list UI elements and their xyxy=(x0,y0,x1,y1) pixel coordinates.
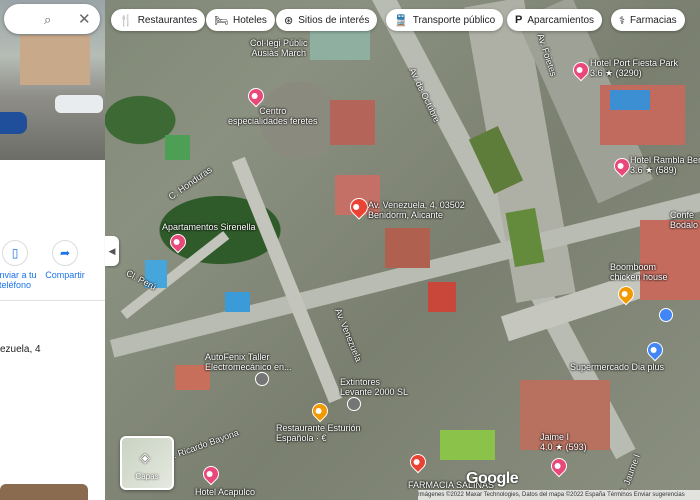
layers-button[interactable]: ◈ Capas xyxy=(120,436,174,490)
poi-pin[interactable] xyxy=(244,84,268,108)
street-label: C. Ricardo Bayona xyxy=(165,427,240,463)
place-label[interactable]: Col·legi Públic Ausiàs March xyxy=(250,38,308,58)
place-label[interactable]: Supermercado Dia plus xyxy=(570,362,664,372)
divider xyxy=(0,300,105,301)
photo-building xyxy=(20,35,90,85)
building xyxy=(330,100,375,145)
parking-icon: P xyxy=(515,14,523,26)
place-label[interactable]: Centro especialidades feretes xyxy=(228,106,318,126)
hotel-pin[interactable] xyxy=(547,454,571,478)
place-label[interactable]: Hotel Port Fiesta Park 3.6 ★ (3290) xyxy=(590,58,678,78)
layers-icon: ◈ xyxy=(140,450,150,465)
place-label[interactable]: Jaime I 4.0 ★ (593) xyxy=(540,432,587,452)
place-label[interactable]: Confe Bodalo S xyxy=(670,210,700,230)
place-label[interactable]: Hotel Rambla Benidorm 3.6 ★ (589) xyxy=(630,155,700,175)
photo-car xyxy=(55,95,103,113)
pool xyxy=(225,292,250,312)
pharmacy-icon: ⚕ xyxy=(619,14,625,27)
address-text[interactable]: ezuela, 4 xyxy=(0,344,41,355)
place-label[interactable]: Hotel Acapulco xyxy=(195,487,255,497)
shop-pin[interactable] xyxy=(659,308,673,322)
green-area xyxy=(440,430,495,460)
chip-hotels[interactable]: 🛏 Hoteles xyxy=(206,9,275,31)
layers-label: Capas xyxy=(135,472,159,481)
restaurant-pin[interactable] xyxy=(308,399,332,423)
map-footer[interactable]: Imágenes ©2022 Maxar Technologies, Datos… xyxy=(418,490,700,500)
chip-pharmacies[interactable]: ⚕ Farmacias xyxy=(611,9,685,31)
place-label[interactable]: Boomboom chicken house xyxy=(610,262,668,282)
hotel-icon: 🛏 xyxy=(214,14,228,27)
place-label[interactable]: Apartamentos Sirenella xyxy=(162,222,256,232)
chip-parking[interactable]: P Aparcamientos xyxy=(507,9,603,31)
place-label[interactable]: Restaurante Esturión Española · € xyxy=(276,423,361,443)
hotel-pin[interactable] xyxy=(166,230,190,254)
place-label[interactable]: Extintores Levante 2000 SL xyxy=(340,377,408,397)
share-icon: ➦ xyxy=(52,240,78,266)
search-icon[interactable]: ⌕ xyxy=(44,12,58,27)
pool xyxy=(610,90,650,110)
street-label: Av. Venezuela xyxy=(333,306,364,364)
chip-transit[interactable]: 🚆 Transporte público xyxy=(386,9,504,31)
search-box[interactable]: ⌕ ✕ xyxy=(4,4,100,34)
transit-icon: 🚆 xyxy=(394,14,408,27)
attraction-icon: ⊛ xyxy=(284,14,294,27)
share-button[interactable]: ➦ Compartir xyxy=(40,240,90,280)
building xyxy=(640,220,700,300)
building xyxy=(428,282,456,312)
phone-icon: ▯ xyxy=(2,240,28,266)
place-label[interactable]: AutoFenix Taller Electromecánico en... xyxy=(205,352,292,372)
street-label: C. Honduras xyxy=(166,164,214,202)
sports-court xyxy=(165,135,190,160)
side-panel: ⌕ ✕ ▯ Enviar a tu teléfono ➦ Compartir e… xyxy=(0,0,105,500)
photo-car xyxy=(0,112,27,134)
selected-address-label[interactable]: Av. Venezuela, 4, 03502 Benidorm, Alican… xyxy=(368,200,465,220)
close-icon[interactable]: ✕ xyxy=(78,10,92,28)
collapse-panel-button[interactable]: ◀ xyxy=(105,236,119,266)
send-to-phone-button[interactable]: ▯ Enviar a tu teléfono xyxy=(0,240,40,290)
photo-thumbnail[interactable] xyxy=(0,484,88,500)
chip-attractions[interactable]: ⊛ Sitios de interés xyxy=(276,9,378,31)
google-logo: Google xyxy=(466,470,519,487)
service-pin[interactable] xyxy=(347,397,361,411)
hotel-pin[interactable] xyxy=(199,462,223,486)
service-pin[interactable] xyxy=(255,372,269,386)
chip-restaurants[interactable]: 🍴 Restaurantes xyxy=(111,9,206,31)
restaurant-icon: 🍴 xyxy=(119,14,133,27)
building xyxy=(310,30,370,60)
pharmacy-pin[interactable] xyxy=(406,450,430,474)
building xyxy=(385,228,430,268)
supermarket-pin[interactable] xyxy=(643,338,667,362)
